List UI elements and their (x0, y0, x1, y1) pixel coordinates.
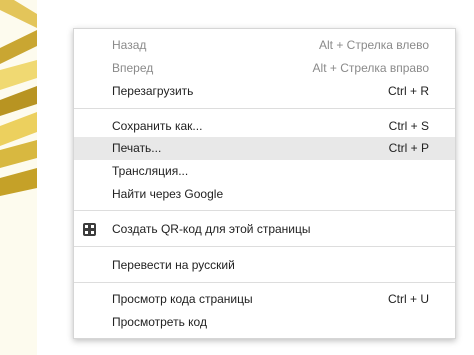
menu-item-view-source[interactable]: Просмотр кода страницы Ctrl + U (74, 288, 455, 311)
menu-item-label: Создать QR-код для этой страницы (112, 222, 311, 236)
qr-code-icon (83, 223, 96, 236)
menu-separator (74, 210, 455, 211)
menu-item-label: Назад (112, 38, 147, 52)
menu-item-label: Сохранить как... (112, 119, 203, 133)
menu-item-back[interactable]: Назад Alt + Стрелка влево (74, 34, 455, 57)
menu-separator (74, 108, 455, 109)
menu-item-label: Просмотреть код (112, 315, 207, 329)
menu-item-label: Вперед (112, 61, 154, 75)
menu-item-label: Просмотр кода страницы (112, 292, 253, 306)
menu-separator (74, 282, 455, 283)
menu-item-shortcut: Ctrl + R (387, 84, 429, 98)
menu-item-shortcut: Ctrl + U (387, 292, 429, 306)
menu-item-forward[interactable]: Вперед Alt + Стрелка вправо (74, 57, 455, 80)
menu-item-label: Перевести на русский (112, 258, 235, 272)
menu-item-print[interactable]: Печать... Ctrl + P (74, 137, 455, 160)
menu-item-search-google[interactable]: Найти через Google (74, 183, 455, 206)
menu-item-save-as[interactable]: Сохранить как... Ctrl + S (74, 115, 455, 138)
gold-ribbon-decoration (0, 0, 37, 196)
menu-item-shortcut: Ctrl + S (388, 119, 429, 133)
menu-item-translate[interactable]: Перевести на русский (74, 254, 455, 277)
menu-item-label: Перезагрузить (112, 84, 194, 98)
menu-item-shortcut: Ctrl + P (388, 141, 429, 155)
menu-item-label: Найти через Google (112, 187, 224, 201)
context-menu: Назад Alt + Стрелка влево Вперед Alt + С… (73, 28, 456, 339)
menu-item-label: Трансляция... (112, 164, 189, 178)
menu-item-reload[interactable]: Перезагрузить Ctrl + R (74, 80, 455, 103)
menu-item-shortcut: Alt + Стрелка вправо (312, 61, 429, 75)
page-decoration (0, 0, 37, 355)
menu-item-cast[interactable]: Трансляция... (74, 160, 455, 183)
menu-item-inspect[interactable]: Просмотреть код (74, 311, 455, 334)
menu-item-shortcut: Alt + Стрелка влево (318, 38, 429, 52)
menu-item-qr-code[interactable]: Создать QR-код для этой страницы (74, 218, 455, 241)
menu-separator (74, 246, 455, 247)
menu-item-label: Печать... (112, 141, 162, 155)
